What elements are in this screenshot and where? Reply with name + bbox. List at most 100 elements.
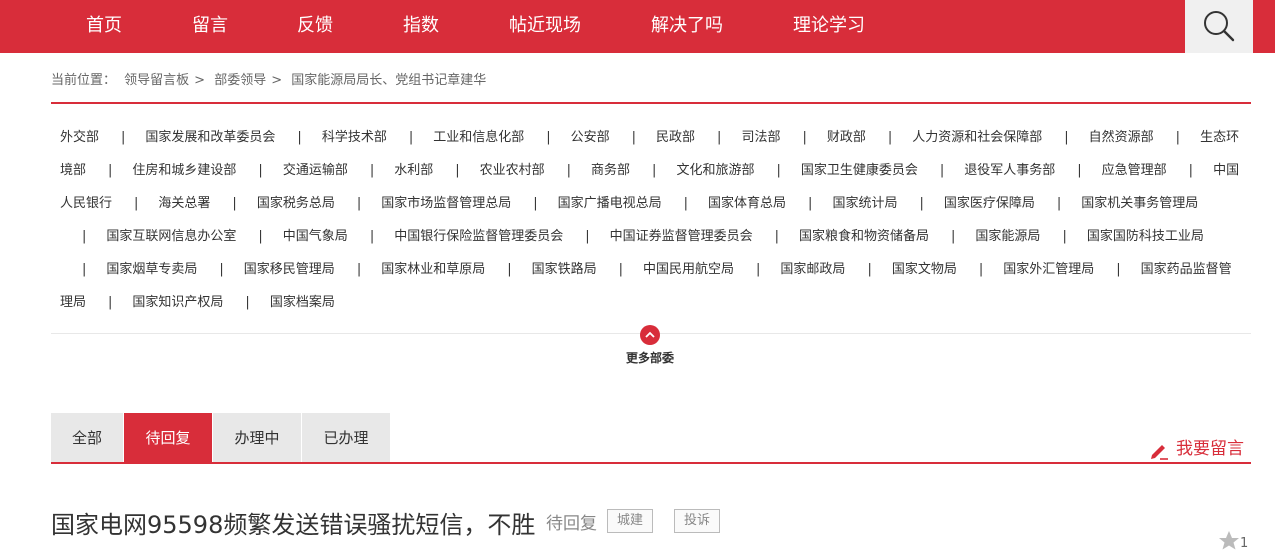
department-link[interactable]: 人力资源和社会保障部 <box>912 130 1042 145</box>
separator: | <box>802 130 807 145</box>
separator: | <box>134 196 139 211</box>
tab-pending[interactable]: 待回复 <box>124 413 212 463</box>
separator: | <box>356 262 362 277</box>
department-link[interactable]: 国家互联网信息办公室 <box>106 229 236 244</box>
department-link[interactable]: 国家税务总局 <box>257 196 335 211</box>
department-link[interactable]: 自然资源部 <box>1089 130 1154 145</box>
divider <box>51 462 1251 464</box>
department-link[interactable]: 中国证券监督管理委员会 <box>610 229 753 244</box>
department-link[interactable]: 住房和城乡建设部 <box>132 163 236 178</box>
nav-theory-study[interactable]: 理论学习 <box>793 0 865 53</box>
department-item: 退役军人事务部 | <box>964 163 1101 178</box>
nav-feedback[interactable]: 反馈 <box>297 0 333 53</box>
department-link[interactable]: 国家文物局 <box>892 262 957 277</box>
nav-resolved[interactable]: 解决了吗 <box>651 0 723 53</box>
top-navigation-bar: 首页 留言 反馈 指数 帖近现场 解决了吗 理论学习 <box>0 0 1275 53</box>
department-link[interactable]: 国家体育总局 <box>708 196 786 211</box>
department-link[interactable]: 商务部 <box>591 163 630 178</box>
department-link[interactable]: 海关总署 <box>158 196 210 211</box>
department-item: 应急管理部 | <box>1102 163 1213 178</box>
department-link[interactable]: 国家发展和改革委员会 <box>145 130 275 145</box>
chevron-up-icon <box>645 331 655 338</box>
breadcrumb-item-ministry[interactable]: 部委领导 <box>214 73 266 88</box>
department-link[interactable]: 水利部 <box>394 163 433 178</box>
department-item: 国家铁路局 | <box>532 262 643 277</box>
department-link[interactable]: 国家粮食和物资储备局 <box>799 229 929 244</box>
department-link[interactable]: 国家移民管理局 <box>244 262 335 277</box>
department-link[interactable]: 中国气象局 <box>283 229 348 244</box>
department-item: 国家烟草专卖局 | <box>106 262 243 277</box>
department-item: 国家粮食和物资储备局 | <box>799 229 975 244</box>
department-link[interactable]: 国家能源局 <box>975 229 1040 244</box>
tag-category: 城建 <box>607 509 654 533</box>
department-link[interactable]: 国家统计局 <box>832 196 897 211</box>
tab-completed[interactable]: 已办理 <box>302 413 390 463</box>
department-link[interactable]: 公安部 <box>571 130 610 145</box>
department-link[interactable]: 国家国防科技工业局 <box>1087 229 1204 244</box>
breadcrumb-item-board[interactable]: 领导留言板 <box>124 73 189 88</box>
department-item: 水利部 | <box>394 163 479 178</box>
department-item: 国家税务总局 | <box>257 196 381 211</box>
breadcrumb: 当前位置： 领导留言板 > 部委领导 > 国家能源局局长、党组书记章建华 <box>51 73 487 88</box>
department-link[interactable]: 国家邮政局 <box>780 262 845 277</box>
department-link[interactable]: 司法部 <box>741 130 780 145</box>
separator: | <box>652 163 657 178</box>
nav-scene[interactable]: 帖近现场 <box>509 0 581 53</box>
department-list: 外交部 | 国家发展和改革委员会 | 科学技术部 | 工业和信息化部 | 公安部 | 民政部 | 司法部… <box>60 121 1242 319</box>
department-item: 国家互联网信息办公室 | <box>106 229 282 244</box>
status-badge: 待回复 <box>546 514 597 534</box>
department-item: 公安部 | <box>571 130 656 145</box>
department-link[interactable]: 国家医疗保障局 <box>944 196 1035 211</box>
department-item: 工业和信息化部 | <box>433 130 570 145</box>
department-link[interactable]: 财政部 <box>827 130 866 145</box>
department-link[interactable]: 退役军人事务部 <box>964 163 1055 178</box>
separator: | <box>108 163 113 178</box>
more-departments-button[interactable] <box>640 325 660 345</box>
department-link[interactable]: 应急管理部 <box>1102 163 1167 178</box>
department-link[interactable]: 中国银行保险监督管理委员会 <box>394 229 563 244</box>
write-message-button[interactable]: 我要留言 <box>1149 437 1244 461</box>
separator: | <box>1188 163 1194 178</box>
department-link[interactable]: 国家铁路局 <box>532 262 597 277</box>
department-link[interactable]: 国家外汇管理局 <box>1003 262 1094 277</box>
department-link[interactable]: 外交部 <box>60 130 99 145</box>
more-departments-label[interactable]: 更多部委 <box>626 349 674 366</box>
separator: | <box>232 196 237 211</box>
tab-all[interactable]: 全部 <box>51 413 123 463</box>
separator: | <box>82 262 87 277</box>
department-link[interactable]: 农业农村部 <box>480 163 545 178</box>
department-link[interactable]: 民政部 <box>656 130 695 145</box>
department-link[interactable]: 国家林业和草原局 <box>381 262 485 277</box>
breadcrumb-item-current[interactable]: 国家能源局局长、党组书记章建华 <box>291 73 486 88</box>
department-link[interactable]: 国家广播电视总局 <box>558 196 662 211</box>
department-link[interactable]: 国家市场监督管理总局 <box>381 196 511 211</box>
department-link[interactable]: 工业和信息化部 <box>433 130 524 145</box>
department-link[interactable]: 国家烟草专卖局 <box>106 262 197 277</box>
department-link[interactable]: 交通运输部 <box>283 163 348 178</box>
department-item: 国家外汇管理局 | <box>1003 262 1140 277</box>
department-link[interactable]: 中国民用航空局 <box>643 262 734 277</box>
separator: | <box>867 262 872 277</box>
department-link[interactable]: 国家卫生健康委员会 <box>801 163 918 178</box>
separator: | <box>455 163 460 178</box>
department-link[interactable]: 文化和旅游部 <box>676 163 754 178</box>
tab-in-progress[interactable]: 办理中 <box>213 413 301 463</box>
separator: | <box>566 163 572 178</box>
department-item: 住房和城乡建设部 | <box>132 163 282 178</box>
department-item: 商务部 | <box>591 163 676 178</box>
nav-home[interactable]: 首页 <box>86 0 122 53</box>
message-title[interactable]: 国家电网95598频繁发送错误骚扰短信，不胜 <box>51 505 535 540</box>
department-item: 国家发展和改革委员会 | <box>145 130 321 145</box>
separator: | <box>1062 229 1067 244</box>
search-button[interactable] <box>1185 0 1253 53</box>
separator: | <box>408 130 414 145</box>
nav-message[interactable]: 留言 <box>192 0 228 53</box>
separator: | <box>121 130 126 145</box>
department-item: 海关总署 | <box>158 196 256 211</box>
department-item: 国家林业和草原局 | <box>381 262 531 277</box>
department-item: 国家邮政局 | <box>780 262 891 277</box>
department-link[interactable]: 科学技术部 <box>322 130 387 145</box>
nav-index[interactable]: 指数 <box>403 0 439 53</box>
department-link[interactable]: 国家机关事务管理局 <box>1081 196 1198 211</box>
star-icon[interactable] <box>1218 530 1240 550</box>
